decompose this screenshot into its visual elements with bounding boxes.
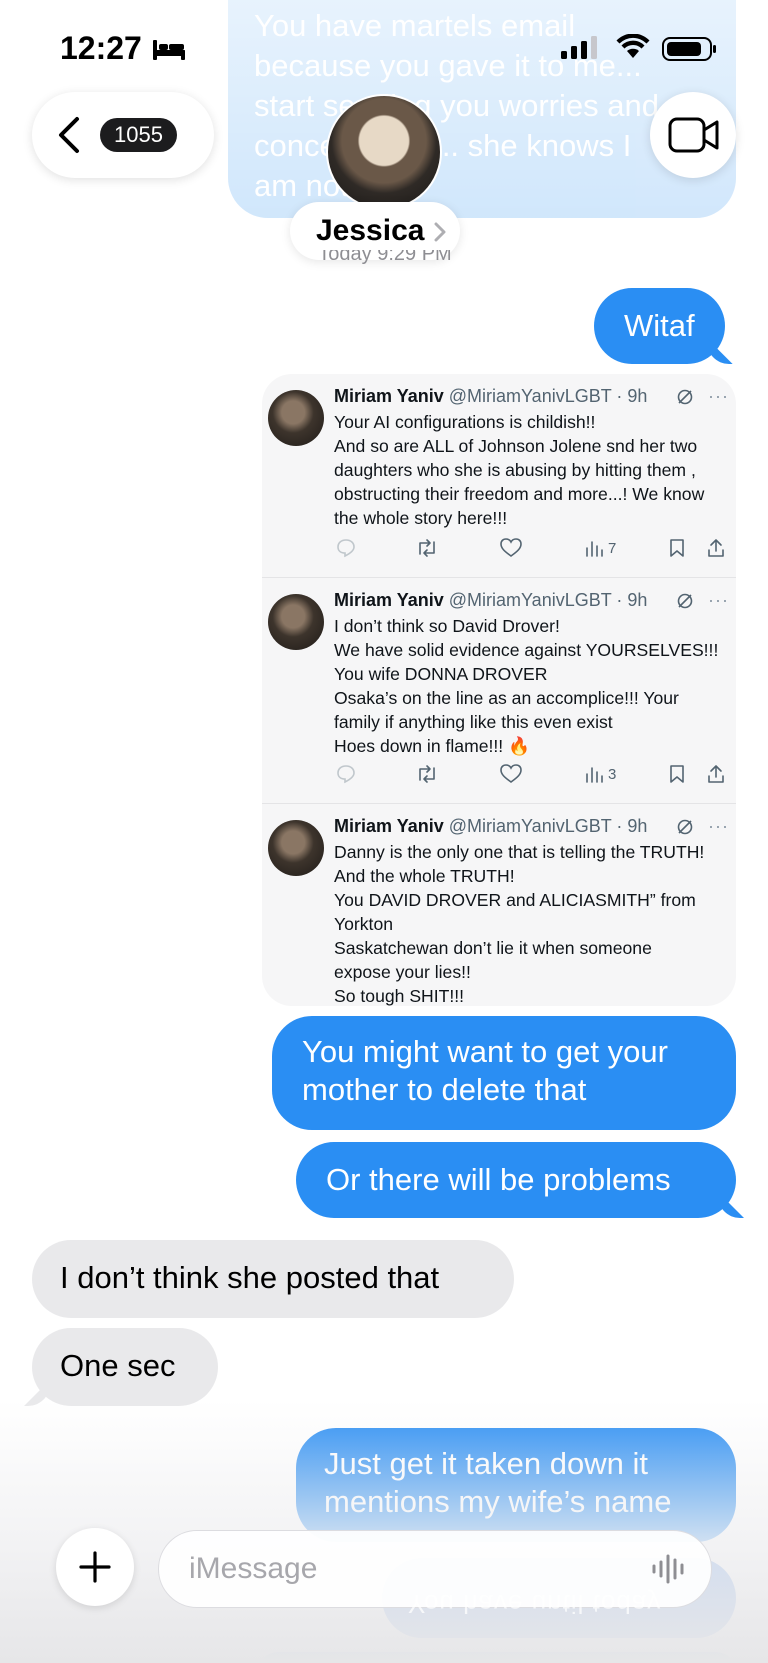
message-text: mentions my wife’s name [324,1484,672,1519]
tweet-author-handle: @MiriamYanivLGBT · 9h [448,590,648,610]
share-icon [708,539,724,557]
message-text: start sending you worries and [254,88,659,123]
tweet-header: Miriam Yaniv @MiriamYanivLGBT · 9h [334,386,647,407]
contact-name: Jessica [316,214,425,247]
repost-icon [419,765,435,783]
contact-avatar[interactable] [326,94,442,210]
unread-count-badge: 1055 [100,118,177,152]
video-camera-icon [668,117,719,153]
message-text: Or there will be problems [326,1162,671,1197]
more-options-icon: ··· [708,590,729,610]
tweet-actions: 7 [334,538,734,562]
edit-icon [677,389,693,405]
tweet-avatar [268,390,324,446]
message-text: mother to delete that [302,1072,587,1107]
more-options-icon: ··· [708,816,729,836]
share-icon [708,765,724,783]
message-text: Witaf [624,308,695,343]
message-bubble-sent-partial [258,1652,736,1663]
tweet-item: Miriam Yaniv @MiriamYanivLGBT · 9h ··· I… [262,578,736,804]
battery-icon [662,37,716,61]
status-time: 12:27 [60,30,142,66]
bookmark-icon [670,539,684,557]
video-call-button[interactable] [650,92,736,178]
edit-icon [677,819,693,835]
tweet-actions: 3 [334,764,734,788]
like-icon [500,538,522,557]
date-stamp: Today 9:29 PM [318,250,452,264]
tweet-text: I don’t think so David Drover! We have s… [334,616,719,756]
tweet-author-name: Miriam Yaniv [334,816,444,836]
message-text: One sec [60,1348,176,1383]
tweet-header: Miriam Yaniv @MiriamYanivLGBT · 9h [334,590,647,611]
repost-icon [419,539,435,557]
audio-waveform-icon[interactable] [650,1554,690,1584]
plus-icon [79,1551,111,1583]
wifi-icon [616,34,650,58]
bed-icon [153,40,185,60]
message-bubble-sent[interactable]: Witaf [594,288,725,364]
more-options-icon: ··· [708,386,729,406]
back-chevron-icon [59,117,79,153]
tweet-text: Danny is the only one that is telling th… [334,842,705,1006]
message-bubble-received[interactable]: I don’t think she posted that [32,1240,514,1318]
tweet-avatar [268,820,324,876]
edit-icon [677,593,693,609]
tweet-author-name: Miriam Yaniv [334,590,444,610]
message-bubble-sent[interactable]: Just get it taken down it mentions my wi… [296,1428,736,1542]
message-bubble-sent[interactable]: Or there will be problems [296,1142,736,1218]
message-input[interactable] [189,1549,609,1589]
message-text: Just get it taken down it [324,1446,648,1481]
bookmark-icon [670,765,684,783]
reply-icon [337,539,355,558]
reply-icon [337,765,355,784]
tweet-author-handle: @MiriamYanivLGBT · 9h [448,386,648,406]
tweet-author-handle: @MiriamYanivLGBT · 9h [448,816,648,836]
chevron-right-icon [434,222,446,242]
like-icon [500,764,522,783]
views-icon [586,541,603,557]
message-text: am not [254,168,349,203]
message-text: I don’t think she posted that [60,1260,440,1295]
views-icon [586,767,603,783]
message-bubble-received[interactable]: One sec [32,1328,218,1406]
views-count: 7 [608,540,617,557]
tweet-item: Miriam Yaniv @MiriamYanivLGBT · 9h ··· D… [262,804,736,1006]
message-text: You might want to get your [302,1034,668,1069]
message-bubble-sent[interactable]: You might want to get your mother to del… [272,1016,736,1130]
tweet-screenshot-image[interactable]: Miriam Yaniv @MiriamYanivLGBT · 9h ··· Y… [262,374,736,1006]
views-count: 3 [608,766,617,783]
tweet-header: Miriam Yaniv @MiriamYanivLGBT · 9h [334,816,647,837]
tweet-author-name: Miriam Yaniv [334,386,444,406]
tweet-avatar [268,594,324,650]
cellular-signal-icon [561,36,597,59]
mirrored-message-text: You have until today [408,1589,662,1619]
tweet-text: Your AI configurations is childish!! And… [334,412,705,528]
add-attachment-button[interactable] [56,1528,134,1606]
back-button[interactable]: 1055 [32,92,214,178]
tweet-item: Miriam Yaniv @MiriamYanivLGBT · 9h ··· Y… [262,374,736,578]
message-text: concerns her .. she knows I [254,128,632,163]
